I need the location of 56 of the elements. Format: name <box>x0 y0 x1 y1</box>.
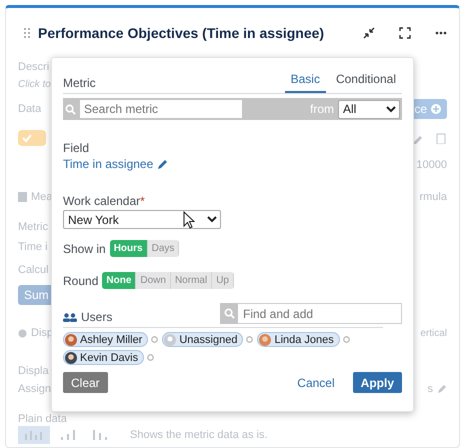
search-metric-field[interactable]: Search metric <box>80 100 242 118</box>
display-name-value: Assign <box>18 383 52 395</box>
plain-data-label: Plain data <box>18 413 67 425</box>
apply-button[interactable]: Apply <box>352 372 402 393</box>
users-label: Users <box>81 310 112 324</box>
field-value-link[interactable]: Time in assignee <box>63 157 154 171</box>
from-label: from <box>310 102 334 116</box>
round-toggle[interactable]: Up <box>212 272 234 289</box>
data-source-label: Data <box>18 103 42 115</box>
from-select[interactable]: All <box>338 100 400 118</box>
users-icon <box>63 312 77 322</box>
round-toggle[interactable]: Down <box>136 272 171 289</box>
search-icon <box>65 104 76 114</box>
round-toggle[interactable]: None <box>102 272 136 289</box>
calendar-label: Work calendar* <box>63 194 146 208</box>
user-chip[interactable]: Unassigned <box>162 332 244 347</box>
limit-value: 10000 <box>416 159 447 171</box>
widget-title: Performance Objectives (Time in assignee) <box>38 25 326 41</box>
mouse-cursor-icon <box>183 211 195 229</box>
checkbox-badge-icon <box>18 130 46 146</box>
unit-toggle[interactable]: Days <box>148 240 180 257</box>
metric-label: Metric <box>18 221 48 233</box>
metric-tab[interactable]: Conditional <box>330 72 402 93</box>
search-icon <box>220 303 238 324</box>
plus-icon <box>431 104 441 114</box>
unit-toggle[interactable]: Hours <box>110 240 148 257</box>
clear-button[interactable]: Clear <box>63 372 108 393</box>
more-icon[interactable] <box>435 31 447 35</box>
round-label: Round <box>63 274 98 288</box>
user-chip[interactable]: Linda Jones <box>257 332 340 347</box>
plain-data-hint: Shows the metric data as is. <box>130 429 268 441</box>
user-chip[interactable]: Ashley Miller <box>63 332 148 347</box>
remove-icon[interactable] <box>147 354 154 361</box>
field-label: Field <box>63 141 90 155</box>
calendar-select[interactable]: New York <box>63 210 221 229</box>
fullscreen-icon[interactable] <box>399 27 411 39</box>
user-chip[interactable]: Kevin Davis <box>63 350 144 365</box>
remove-icon[interactable] <box>246 336 254 343</box>
metric-value: Time i <box>18 241 48 253</box>
display-name-label: Displa <box>18 365 49 377</box>
description-label: Descri <box>18 60 50 72</box>
pencil-icon[interactable] <box>157 158 168 170</box>
metric-label: Metric <box>63 76 96 92</box>
metric-tab[interactable]: Basic <box>284 72 326 93</box>
drag-handle-icon[interactable] <box>24 28 30 38</box>
remove-icon[interactable] <box>342 336 350 343</box>
collapse-icon[interactable] <box>363 27 375 39</box>
cancel-button[interactable]: Cancel <box>289 372 343 393</box>
edit-delete-icons-drawing[interactable] <box>411 132 447 144</box>
show-in-label: Show in <box>63 242 106 256</box>
remove-icon[interactable] <box>151 336 158 343</box>
round-toggle[interactable]: Normal <box>170 272 212 289</box>
calculation-label: Calcul <box>18 264 49 276</box>
find-users-field[interactable]: Find and add <box>238 303 402 324</box>
description-hint: Click to <box>18 78 51 90</box>
display-name-tail: s <box>428 383 433 395</box>
